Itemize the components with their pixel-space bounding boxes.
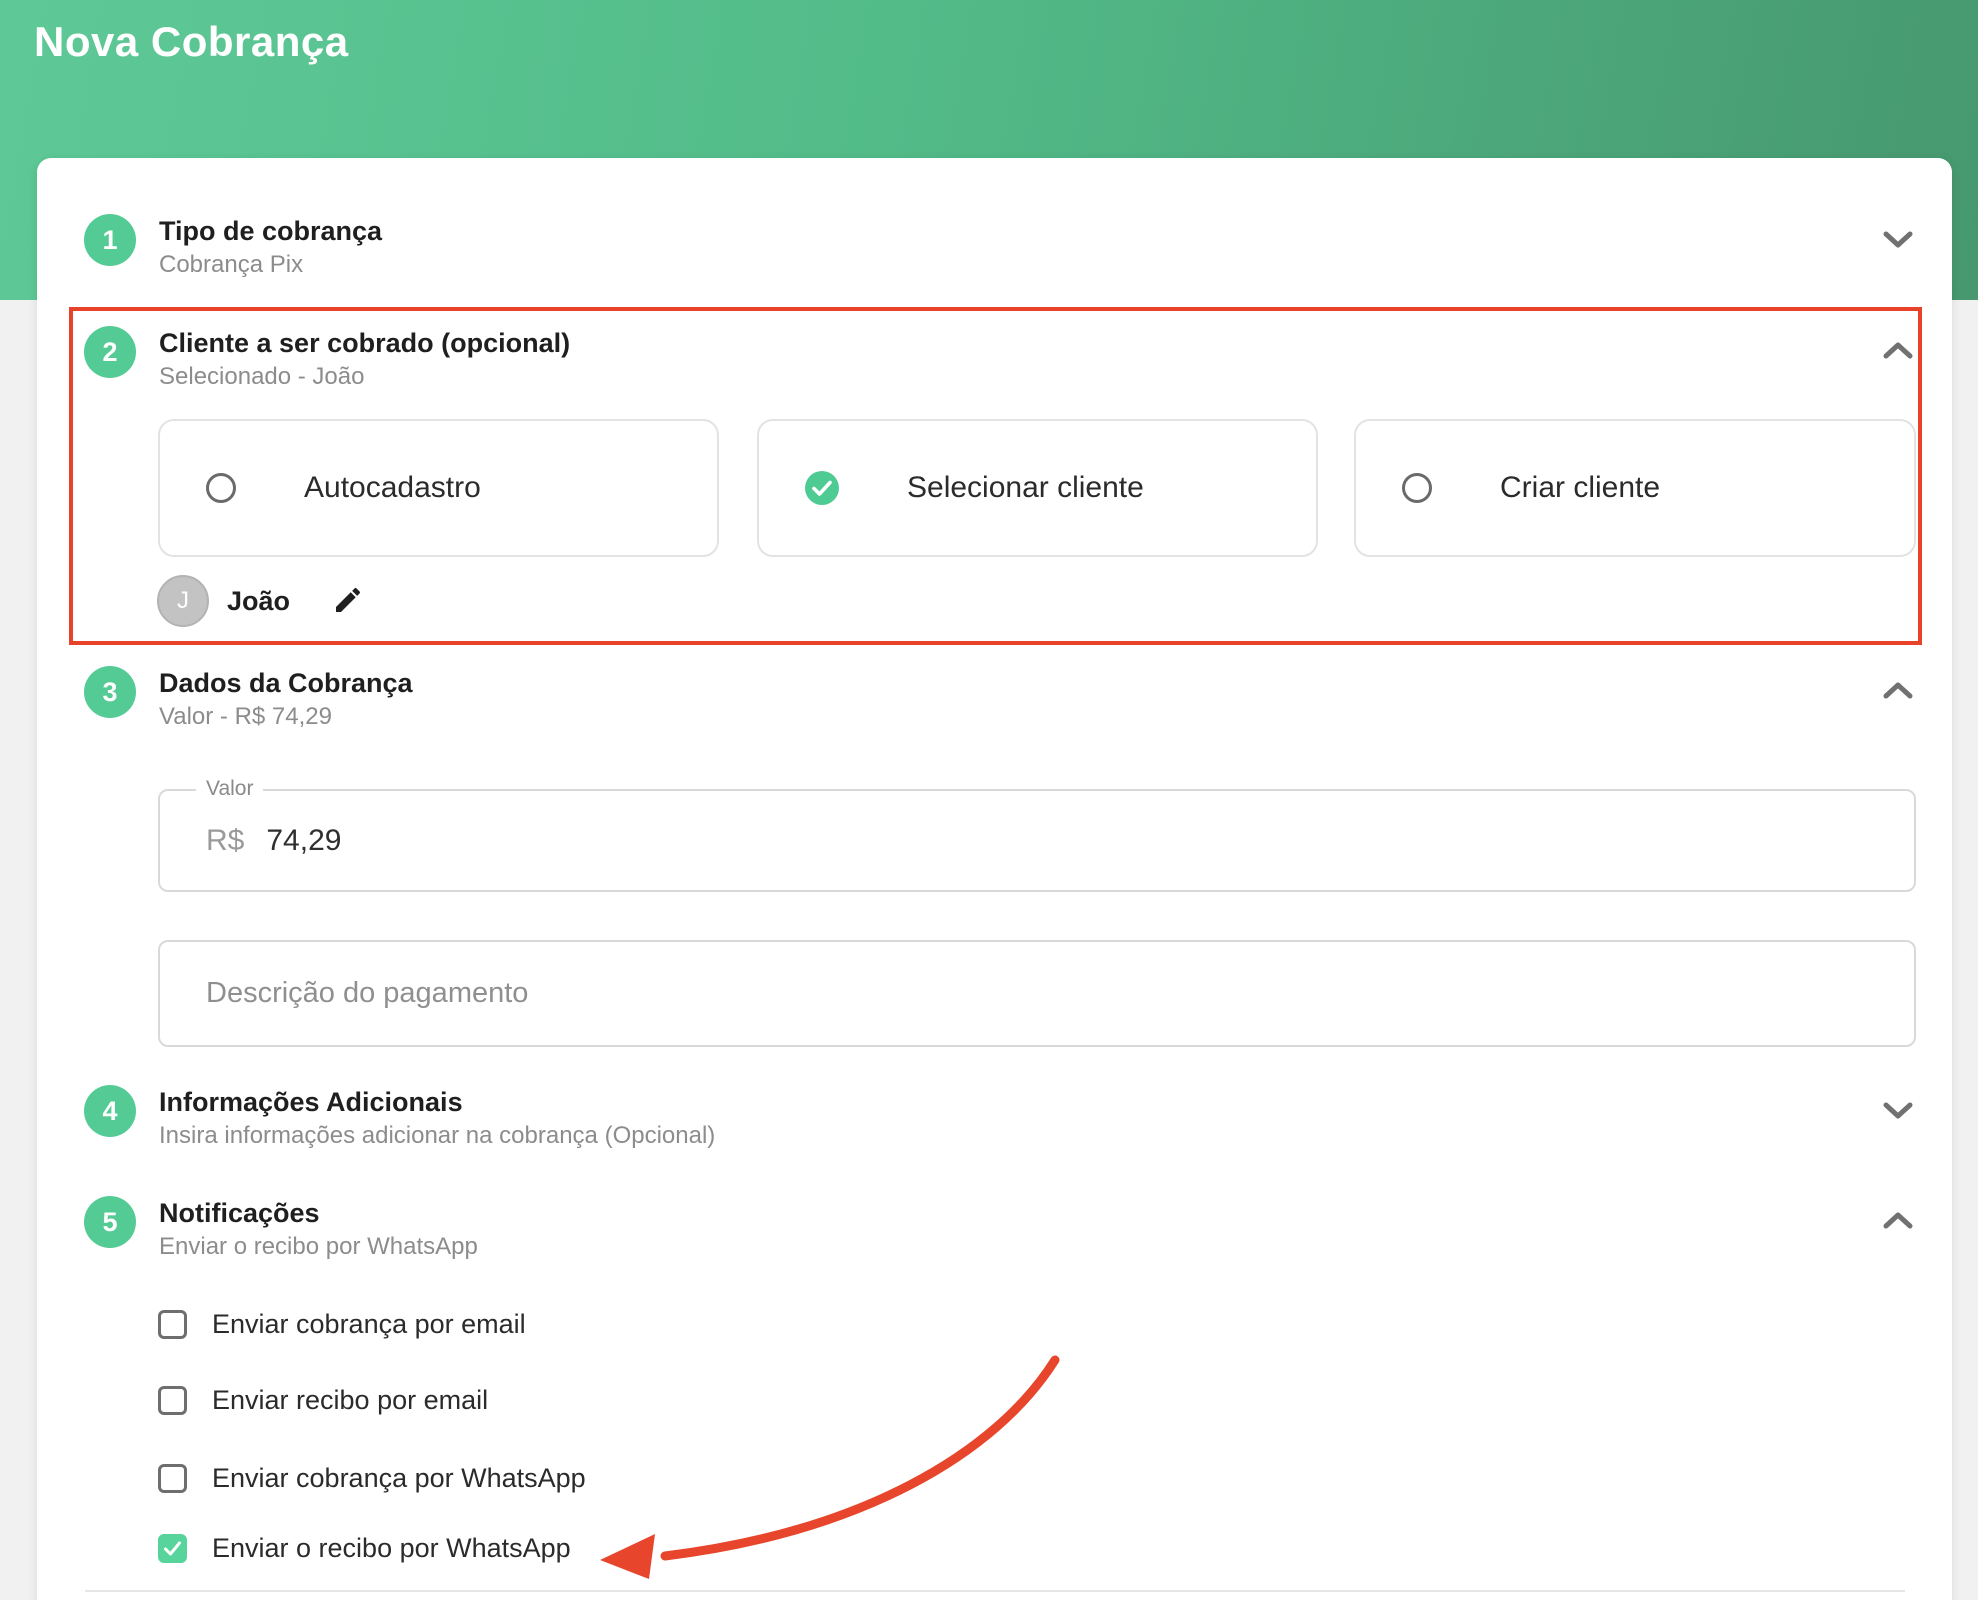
option-label: Autocadastro — [304, 471, 481, 504]
section-3-subtitle: Valor - R$ 74,29 — [159, 703, 332, 730]
section-5-title: Notificações — [159, 1198, 320, 1228]
option-label: Criar cliente — [1500, 471, 1661, 504]
section-1-subtitle: Cobrança Pix — [159, 251, 304, 278]
checkbox-enviar-cobranca-email[interactable]: Enviar cobrança por email — [158, 1309, 526, 1339]
pencil-icon[interactable] — [332, 584, 364, 616]
checkbox-label: Enviar recibo por email — [212, 1384, 489, 1415]
chevron-down-icon[interactable] — [1883, 1101, 1913, 1119]
radio-unselected-icon[interactable] — [206, 473, 236, 503]
client-name: João — [227, 586, 291, 616]
checkbox-unchecked-icon[interactable] — [158, 1463, 187, 1493]
checkbox-unchecked-icon[interactable] — [158, 1309, 187, 1339]
checkbox-checked-icon[interactable] — [158, 1533, 187, 1563]
option-label: Selecionar cliente — [907, 471, 1144, 504]
checkbox-unchecked-icon[interactable] — [158, 1385, 187, 1415]
form-card: 1 Tipo de cobrança Cobrança Pix 2 Client… — [37, 158, 1952, 1600]
option-selecionar-cliente[interactable]: Selecionar cliente — [757, 419, 1318, 557]
checkbox-label: Enviar cobrança por email — [212, 1308, 526, 1339]
section-5-subtitle: Enviar o recibo por WhatsApp — [159, 1233, 478, 1260]
valor-input-label: Valor — [196, 777, 264, 801]
section-1-title: Tipo de cobrança — [159, 216, 383, 246]
radio-unselected-icon[interactable] — [1402, 473, 1432, 503]
step-2-badge: 2 — [84, 326, 136, 378]
checkbox-label: Enviar o recibo por WhatsApp — [212, 1532, 571, 1563]
checkbox-enviar-recibo-email[interactable]: Enviar recibo por email — [158, 1385, 488, 1415]
chevron-up-icon[interactable] — [1883, 1212, 1913, 1230]
descricao-input[interactable]: Descrição do pagamento — [158, 940, 1916, 1047]
descricao-placeholder: Descrição do pagamento — [206, 977, 529, 1009]
valor-value: 74,29 — [266, 823, 342, 857]
step-4-badge: 4 — [84, 1085, 136, 1137]
checkbox-label: Enviar cobrança por WhatsApp — [212, 1462, 586, 1493]
step-1-badge: 1 — [84, 214, 136, 266]
option-autocadastro[interactable]: Autocadastro — [158, 419, 719, 557]
section-4-title: Informações Adicionais — [159, 1087, 463, 1117]
option-criar-cliente[interactable]: Criar cliente — [1354, 419, 1916, 557]
page: Nova Cobrança 1 Tipo de cobrança Cobranç… — [0, 0, 1978, 1600]
bottom-divider — [85, 1590, 1905, 1592]
section-4-subtitle: Insira informações adicionar na cobrança… — [159, 1122, 716, 1149]
checkbox-enviar-recibo-whatsapp[interactable]: Enviar o recibo por WhatsApp — [158, 1533, 571, 1563]
chevron-up-icon[interactable] — [1883, 342, 1913, 360]
chevron-up-icon[interactable] — [1883, 682, 1913, 700]
step-3-badge: 3 — [84, 666, 136, 718]
check-circle-icon[interactable] — [805, 471, 839, 505]
section-2-subtitle: Selecionado - João — [159, 363, 365, 390]
step-5-badge: 5 — [84, 1196, 136, 1248]
page-title: Nova Cobrança — [34, 18, 349, 65]
chevron-down-icon[interactable] — [1883, 230, 1913, 248]
section-2-title: Cliente a ser cobrado (opcional) — [159, 328, 571, 358]
section-3-title: Dados da Cobrança — [159, 668, 413, 698]
client-avatar: J — [157, 575, 209, 627]
checkbox-enviar-cobranca-whatsapp[interactable]: Enviar cobrança por WhatsApp — [158, 1463, 586, 1493]
valor-input[interactable]: Valor R$ 74,29 — [158, 777, 1916, 892]
currency-prefix: R$ — [206, 823, 245, 857]
